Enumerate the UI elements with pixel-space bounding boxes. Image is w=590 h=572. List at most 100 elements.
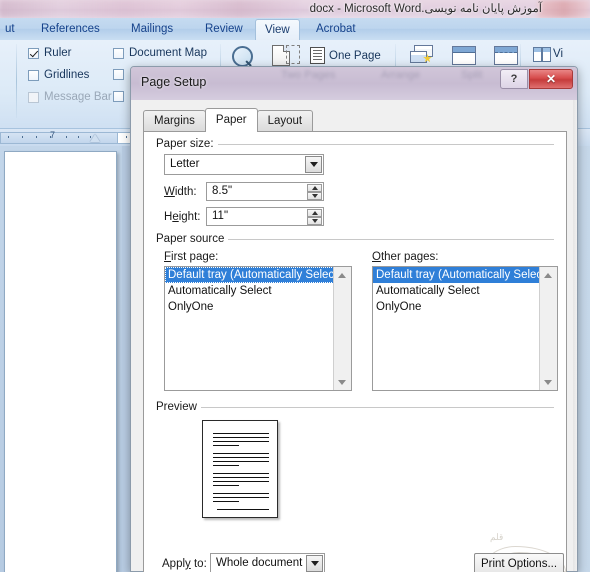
extra-checkbox-box[interactable] bbox=[113, 91, 124, 102]
other-pages-scrollbar[interactable] bbox=[539, 267, 557, 390]
window-title: آموزش پایان نامه نویسی.docx - Microsoft … bbox=[309, 3, 542, 15]
height-spin-up[interactable] bbox=[307, 209, 322, 217]
window-title-bar: آموزش پایان نامه نویسی.docx - Microsoft … bbox=[0, 0, 590, 18]
ribbon-tab-mailings[interactable]: Mailings bbox=[122, 19, 182, 40]
height-spin-down[interactable] bbox=[307, 217, 322, 225]
checkbox-ruler[interactable]: Ruler bbox=[28, 47, 71, 59]
ribbon-tab-references[interactable]: References bbox=[32, 19, 109, 40]
dialog-edge-shadow bbox=[573, 100, 577, 571]
caret-up-icon bbox=[311, 186, 318, 190]
titlebar-blur-b: Arrange bbox=[381, 69, 421, 81]
caret-up-icon bbox=[338, 272, 346, 278]
one-page-label: One Page bbox=[329, 49, 381, 62]
height-value: 11" bbox=[212, 210, 229, 222]
paper-size-value: Letter bbox=[170, 158, 200, 170]
dialog-help-button[interactable]: ? bbox=[500, 69, 528, 89]
first-page-listbox[interactable]: Default tray (Automatically Select) Auto… bbox=[164, 266, 352, 391]
other-pages-list-items: Default tray (Automatically Select) Auto… bbox=[373, 267, 549, 315]
chevron-down-icon bbox=[310, 561, 319, 566]
caret-up-icon bbox=[544, 272, 552, 278]
checkbox-gridlines[interactable]: Gridlines bbox=[28, 69, 89, 81]
checkbox-message-bar: Message Bar bbox=[28, 91, 112, 103]
paper-size-dropdown-arrow[interactable] bbox=[305, 156, 322, 173]
checkbox-gridlines-label: Gridlines bbox=[44, 69, 90, 81]
tab-layout[interactable]: Layout bbox=[256, 110, 314, 132]
caret-down-icon bbox=[338, 379, 346, 385]
one-page-icon bbox=[310, 47, 325, 64]
list-item[interactable]: OnlyOne bbox=[165, 299, 334, 315]
page-setup-dialog: Two Pages Arrange Split Page Setup ? ✕ M… bbox=[130, 66, 578, 572]
apply-to-label: Apply to: bbox=[162, 558, 207, 570]
dotted-page-icon bbox=[286, 45, 300, 64]
width-label: WWidth:idth: bbox=[164, 186, 197, 198]
dialog-title-bar: Two Pages Arrange Split Page Setup ? ✕ bbox=[131, 67, 577, 101]
ruler-checkbox-box[interactable] bbox=[28, 47, 39, 59]
width-spinner[interactable]: 8.5" bbox=[206, 182, 324, 201]
checkbox-document-map[interactable]: Document Map bbox=[113, 47, 207, 59]
apply-to-dropdown-arrow[interactable] bbox=[306, 555, 323, 572]
width-spin-up[interactable] bbox=[307, 184, 322, 192]
height-label: Height: bbox=[164, 211, 201, 223]
ruler-number: 7 bbox=[50, 130, 56, 140]
preview-group-line bbox=[200, 407, 554, 408]
ribbon-tab-layout[interactable]: ut bbox=[0, 19, 24, 40]
split-window-icon bbox=[452, 46, 476, 65]
scroll-up-button[interactable] bbox=[334, 267, 350, 283]
page-preview-thumbnail bbox=[202, 420, 278, 518]
apply-to-combo[interactable]: Whole document bbox=[210, 553, 325, 572]
list-item[interactable]: Default tray (Automatically Select) bbox=[373, 267, 549, 283]
first-page-list-items: Default tray (Automatically Select) Auto… bbox=[165, 267, 341, 315]
dialog-close-button[interactable]: ✕ bbox=[529, 69, 573, 89]
other-pages-listbox[interactable]: Default tray (Automatically Select) Auto… bbox=[372, 266, 558, 391]
ribbon-tab-review[interactable]: Review bbox=[196, 19, 252, 40]
screenshot-root: آموزش پایان نامه نویسی.docx - Microsoft … bbox=[0, 0, 590, 572]
magnifier-icon bbox=[232, 46, 253, 67]
width-spin-down[interactable] bbox=[307, 192, 322, 200]
list-item[interactable]: Automatically Select bbox=[165, 283, 334, 299]
checkbox-thumbnails[interactable] bbox=[113, 69, 124, 80]
caret-up-icon bbox=[311, 211, 318, 215]
paper-size-combo[interactable]: Letter bbox=[164, 154, 324, 175]
first-page-scrollbar[interactable] bbox=[333, 267, 351, 390]
apply-to-value: Whole document bbox=[216, 557, 303, 569]
message-bar-checkbox-box bbox=[28, 91, 39, 103]
scroll-down-button[interactable] bbox=[334, 374, 350, 390]
view-side-by-side-button[interactable]: Vi bbox=[533, 47, 563, 62]
ribbon-separator bbox=[16, 44, 17, 118]
remove-split-button[interactable] bbox=[494, 46, 518, 65]
indent-marker[interactable] bbox=[90, 134, 100, 142]
one-hundred-percent-button[interactable] bbox=[272, 45, 300, 66]
tab-paper[interactable]: Paper bbox=[204, 108, 258, 132]
preview-group-label: Preview bbox=[156, 401, 201, 413]
list-item[interactable]: Default tray (Automatically Select) bbox=[165, 267, 341, 283]
document-page[interactable] bbox=[4, 151, 117, 572]
list-item[interactable]: Automatically Select bbox=[373, 283, 540, 299]
ribbon-tab-acrobat[interactable]: Acrobat bbox=[307, 19, 365, 40]
scroll-down-button[interactable] bbox=[540, 374, 556, 390]
scroll-up-button[interactable] bbox=[540, 267, 556, 283]
paper-size-group-label: Paper size: bbox=[156, 138, 218, 150]
one-page-button[interactable]: One Page bbox=[310, 47, 381, 64]
paper-size-group-line bbox=[216, 144, 554, 145]
titlebar-blur-c: Split bbox=[461, 69, 483, 81]
title-bar-glass-right bbox=[538, 0, 590, 18]
document-map-checkbox-box[interactable] bbox=[113, 47, 124, 59]
thumbnails-checkbox-box[interactable] bbox=[113, 69, 124, 80]
paper-source-group-label: Paper source bbox=[156, 233, 229, 245]
zoom-button[interactable] bbox=[232, 46, 253, 67]
gridlines-checkbox-box[interactable] bbox=[28, 69, 39, 81]
caret-down-icon bbox=[311, 194, 318, 198]
dialog-tab-strip: Margins Paper Layout bbox=[143, 108, 314, 132]
checkbox-extra[interactable] bbox=[113, 91, 124, 102]
dashed-split-icon bbox=[494, 46, 518, 65]
list-item[interactable]: OnlyOne bbox=[373, 299, 540, 315]
chevron-down-icon bbox=[309, 162, 318, 167]
ribbon-tab-view[interactable]: View bbox=[255, 19, 300, 41]
tab-margins[interactable]: Margins bbox=[143, 110, 206, 132]
new-window-button[interactable] bbox=[410, 45, 433, 63]
title-bar-glass-left bbox=[0, 0, 300, 18]
paper-source-group-line bbox=[224, 239, 554, 240]
print-options-button[interactable]: Print Options... bbox=[474, 553, 564, 572]
height-spinner[interactable]: 11" bbox=[206, 207, 324, 226]
split-button[interactable] bbox=[452, 46, 476, 65]
